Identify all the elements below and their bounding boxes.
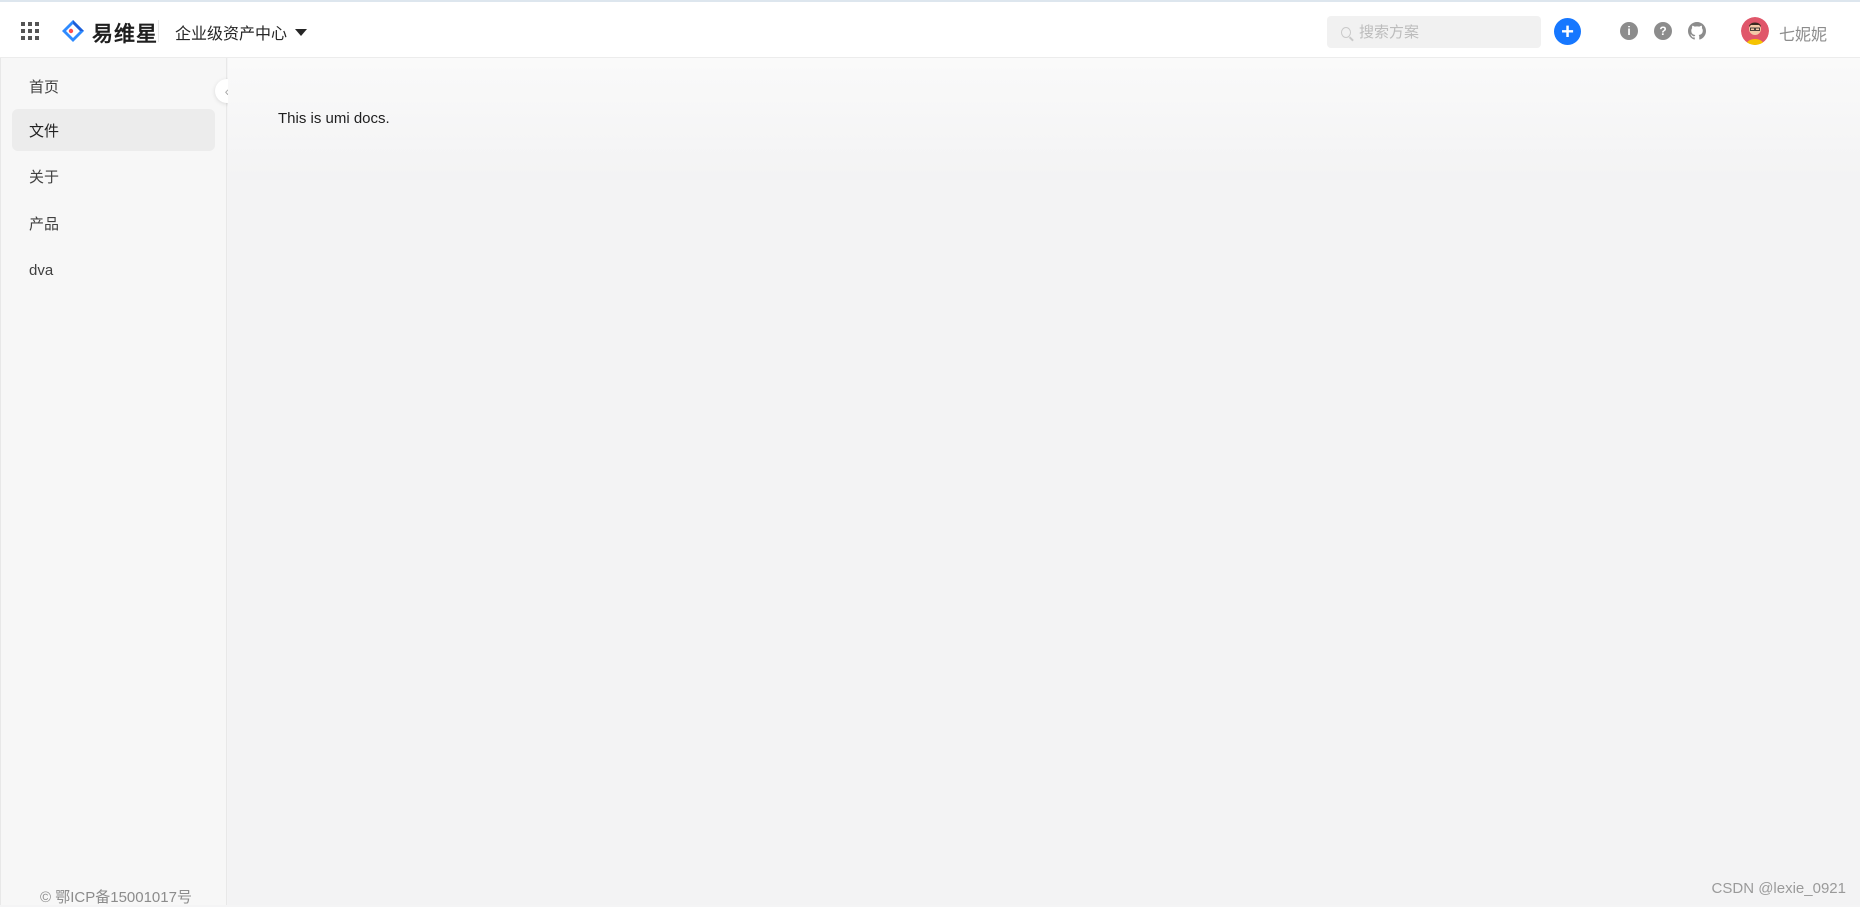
watermark: CSDN @lexie_0921 — [1711, 880, 1846, 897]
main-content: This is umi docs. — [228, 58, 1860, 905]
help-icon[interactable]: ? — [1654, 22, 1672, 40]
sidebar-item-label: 关于 — [29, 168, 60, 186]
top-header: 易维星 企业级资产中心 + i ? 七妮妮 — [0, 0, 1860, 58]
sidebar-item-dva[interactable]: dva — [12, 249, 215, 291]
search-icon — [1341, 26, 1351, 38]
search-box[interactable] — [1327, 16, 1541, 48]
sidebar-item-label: dva — [29, 261, 54, 279]
sidebar-item-docs[interactable]: 文件 — [12, 109, 215, 151]
caret-down-icon — [295, 28, 308, 36]
icp-footer: © 鄂ICP备15001017号 — [40, 889, 192, 906]
sidebar-item-label: 产品 — [29, 215, 60, 233]
sidebar-item-products[interactable]: 产品 — [12, 202, 215, 244]
username[interactable]: 七妮妮 — [1779, 21, 1827, 45]
sidebar-item-home[interactable]: 首页 — [12, 65, 215, 107]
brand-name: 易维星 — [92, 23, 158, 46]
sidebar: 首页 文件 关于 产品 dva — [0, 58, 227, 905]
add-button[interactable]: + — [1554, 18, 1581, 45]
avatar[interactable] — [1741, 17, 1769, 45]
header-divider — [158, 20, 159, 42]
page-text: This is umi docs. — [278, 110, 390, 127]
search-input[interactable] — [1357, 22, 1541, 42]
sidebar-item-label: 首页 — [29, 78, 60, 96]
sidebar-item-about[interactable]: 关于 — [12, 155, 215, 197]
github-icon[interactable] — [1688, 22, 1706, 40]
scope-label: 企业级资产中心 — [175, 26, 288, 43]
logo-icon — [62, 20, 84, 42]
info-icon[interactable]: i — [1620, 22, 1638, 40]
app-grid-icon[interactable] — [21, 22, 39, 40]
sidebar-item-label: 文件 — [29, 122, 60, 140]
scope-selector[interactable]: 企业级资产中心 — [175, 20, 308, 44]
